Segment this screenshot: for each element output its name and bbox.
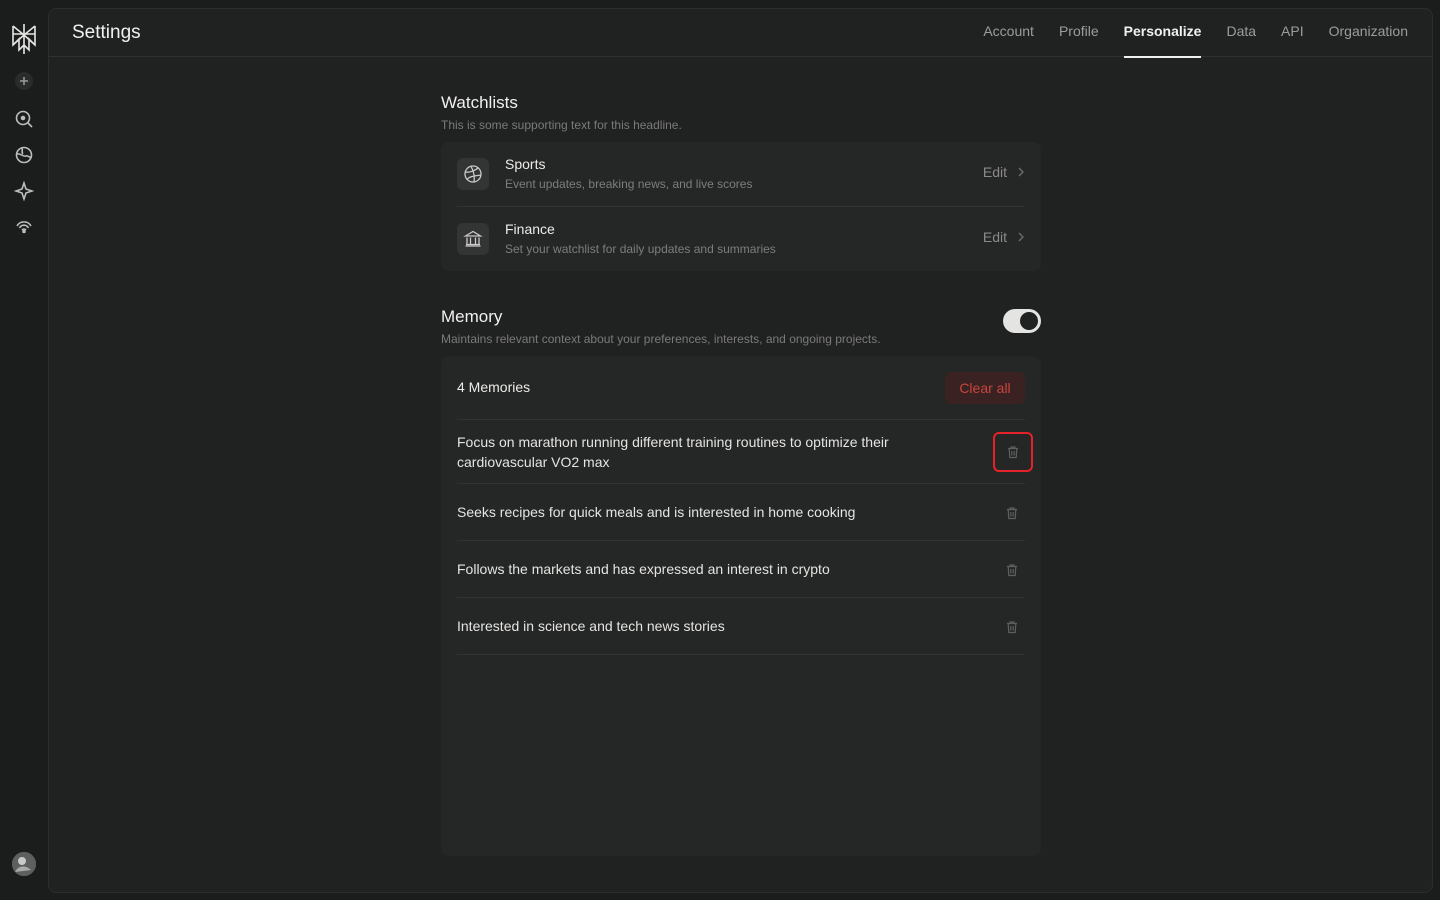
basketball-icon (457, 158, 489, 190)
tab-personalize[interactable]: Personalize (1123, 9, 1201, 58)
delete-memory-button[interactable] (993, 432, 1033, 472)
memory-count: 4 Memories (457, 379, 531, 395)
tab-api[interactable]: API (1281, 9, 1304, 57)
memory-item: Follows the markets and has expressed an… (457, 541, 1025, 598)
watchlists-card: Sports Event updates, breaking news, and… (441, 142, 1041, 271)
memory-toggle[interactable] (1003, 309, 1041, 333)
memory-item: Interested in science and tech news stor… (457, 598, 1025, 655)
watchlist-item-finance[interactable]: Finance Set your watchlist for daily upd… (457, 206, 1025, 270)
memory-title: Memory (441, 307, 503, 326)
delete-memory-button[interactable] (999, 557, 1025, 583)
tab-profile[interactable]: Profile (1059, 9, 1099, 57)
trash-icon (1007, 621, 1017, 634)
settings-tabs: Account Profile Personalize Data API Org… (958, 9, 1408, 58)
perplexity-logo-icon[interactable] (10, 23, 38, 55)
delete-memory-button[interactable] (999, 500, 1025, 526)
tab-organization[interactable]: Organization (1329, 9, 1408, 57)
memory-item: Seeks recipes for quick meals and is int… (457, 484, 1025, 541)
watchlists-header: Watchlists This is some supporting text … (441, 93, 682, 132)
memories-header: 4 Memories Clear all (457, 356, 1025, 420)
bank-icon (457, 223, 489, 255)
edit-sports-button[interactable]: Edit (983, 164, 1025, 180)
trash-icon (1007, 564, 1017, 577)
sparkle-icon[interactable] (14, 181, 34, 201)
memory-text: Follows the markets and has expressed an… (457, 561, 830, 577)
watchlist-name: Sports (505, 156, 546, 172)
toggle-knob (1020, 312, 1038, 330)
broadcast-icon[interactable] (14, 217, 34, 237)
edit-label: Edit (982, 229, 1007, 245)
watchlist-description: Event updates, breaking news, and live s… (505, 177, 753, 191)
settings-panel: Settings Account Profile Personalize Dat… (48, 8, 1433, 893)
trash-icon (1007, 507, 1017, 520)
icon-rail (0, 0, 48, 900)
chevron-right-icon (1018, 232, 1024, 242)
tab-account[interactable]: Account (983, 9, 1034, 57)
delete-memory-button[interactable] (999, 614, 1025, 640)
watchlist-description: Set your watchlist for daily updates and… (505, 242, 776, 256)
clear-all-button[interactable]: Clear all (945, 372, 1025, 404)
globe-icon[interactable] (14, 145, 34, 165)
watchlists-title: Watchlists (441, 93, 518, 112)
tab-data[interactable]: Data (1226, 9, 1256, 57)
avatar[interactable] (12, 852, 36, 876)
page-title: Settings (72, 22, 141, 43)
search-icon[interactable] (14, 109, 34, 129)
memory-text: Seeks recipes for quick meals and is int… (457, 504, 856, 520)
edit-label: Edit (982, 164, 1007, 180)
memory-subtitle: Maintains relevant context about your pr… (441, 332, 881, 346)
memory-text: Interested in science and tech news stor… (457, 618, 725, 634)
top-bar: Settings Account Profile Personalize Dat… (49, 9, 1432, 58)
memory-text: Focus on marathon running different trai… (457, 434, 889, 470)
memory-item: Focus on marathon running different trai… (457, 420, 1033, 484)
memories-card: 4 Memories Clear all Focus on marathon r… (441, 356, 1041, 856)
memory-header: Memory Maintains relevant context about … (441, 307, 881, 346)
edit-finance-button[interactable]: Edit (983, 229, 1025, 245)
watchlists-subtitle: This is some supporting text for this he… (441, 118, 682, 132)
plus-icon[interactable] (14, 71, 34, 91)
chevron-right-icon (1018, 167, 1024, 177)
watchlist-item-sports[interactable]: Sports Event updates, breaking news, and… (457, 142, 1025, 206)
watchlist-name: Finance (505, 221, 555, 237)
trash-icon (1008, 446, 1018, 459)
